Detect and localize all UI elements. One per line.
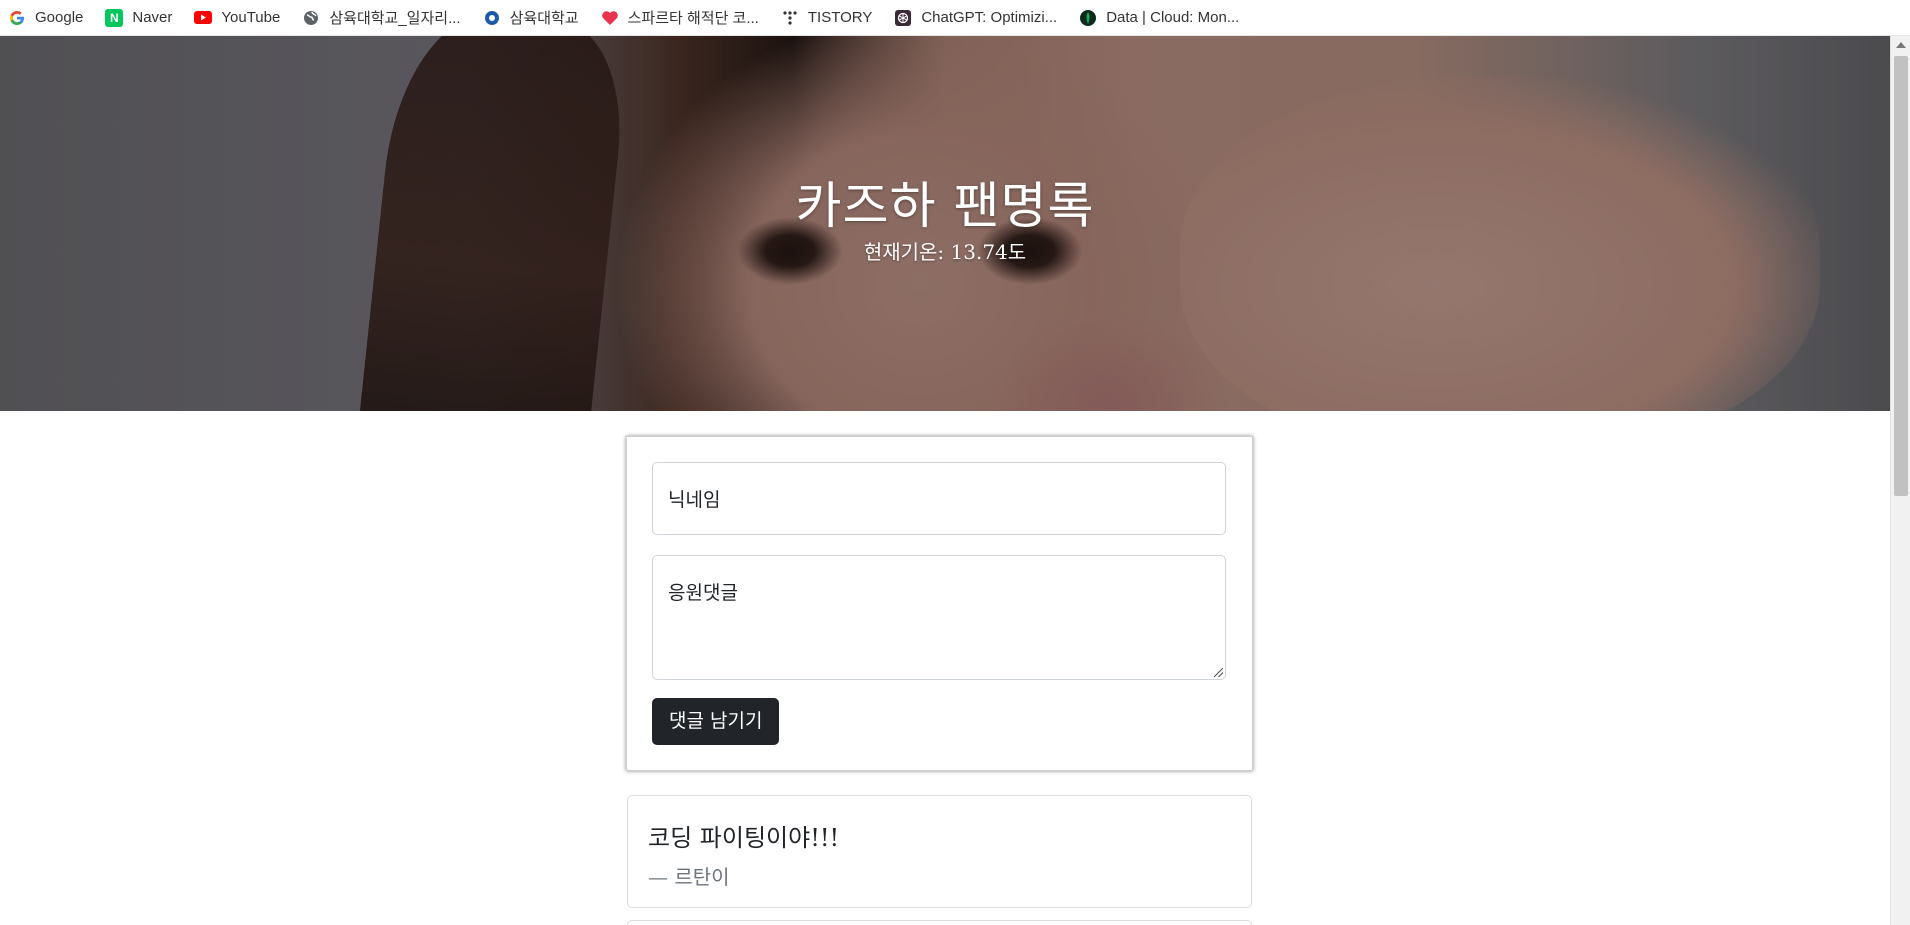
bookmark-label: YouTube	[221, 9, 281, 26]
submit-comment-button[interactable]: 댓글 남기기	[652, 698, 780, 745]
comment-form: 닉네임 응원댓글 댓글 남기기	[626, 436, 1253, 771]
bookmark-tistory[interactable]: TISTORY	[781, 9, 872, 27]
hero-content: 카즈하 팬명록 현재기온: 13.74도	[0, 36, 1890, 411]
youtube-icon	[194, 9, 213, 27]
globe-icon	[302, 9, 320, 27]
chatgpt-icon	[894, 9, 912, 27]
mongodb-icon	[1079, 9, 1097, 27]
bookmark-label: 삼육대학교_일자리...	[329, 10, 461, 27]
bookmark-label: Google	[35, 9, 84, 26]
nickname-input[interactable]: 닉네임	[652, 462, 1226, 535]
bookmark-label: Data | Cloud: Mon...	[1106, 9, 1240, 26]
bookmark-syu-jobs[interactable]: 삼육대학교_일자리...	[302, 7, 461, 28]
comment-card: 코딩 파이팅이야!!! — 르탄이	[627, 795, 1252, 908]
bookmark-youtube[interactable]: YouTube	[194, 9, 280, 27]
bookmark-label: Naver	[132, 9, 173, 26]
nickname-placeholder: 닉네임	[668, 489, 721, 511]
bookmark-label: ChatGPT: Optimizi...	[921, 9, 1058, 26]
bookmark-google[interactable]: Google	[8, 9, 83, 27]
comment-text: 코딩 파이팅이야!!!	[648, 824, 840, 852]
bookmark-label: 스파르타 해적단 코...	[627, 10, 759, 27]
comment-textarea[interactable]: 응원댓글	[652, 555, 1226, 680]
page-scrollbar[interactable]	[1890, 36, 1910, 925]
naver-icon: N	[105, 8, 124, 27]
comment-placeholder: 응원댓글	[668, 582, 738, 604]
google-icon	[8, 9, 26, 27]
resize-grip-icon[interactable]	[1214, 668, 1223, 677]
page-title: 카즈하 팬명록	[795, 177, 1095, 235]
university-icon	[483, 9, 501, 27]
hero-banner: 카즈하 팬명록 현재기온: 13.74도	[0, 36, 1890, 411]
comment-author: — 르탄이	[648, 865, 730, 889]
sparta-icon	[601, 9, 619, 27]
bookmark-mongodb[interactable]: Data | Cloud: Mon...	[1079, 9, 1239, 27]
comment-card	[627, 920, 1252, 925]
bookmark-label: TISTORY	[807, 9, 873, 26]
bookmark-chatgpt[interactable]: ChatGPT: Optimizi...	[894, 9, 1057, 27]
current-temperature: 현재기온: 13.74도	[863, 240, 1027, 264]
bookmark-syu[interactable]: 삼육대학교	[483, 7, 579, 28]
bookmarks-bar: Google N Naver YouTube 삼육대학교_일자리... 삼육대학…	[0, 0, 1910, 36]
tistory-icon	[781, 9, 799, 27]
bookmark-naver[interactable]: N Naver	[105, 8, 173, 27]
bookmark-sparta[interactable]: 스파르타 해적단 코...	[601, 7, 759, 28]
scroll-thumb[interactable]	[1894, 56, 1908, 496]
scroll-up-arrow-icon[interactable]	[1896, 42, 1906, 48]
bookmark-label: 삼육대학교	[509, 10, 579, 27]
